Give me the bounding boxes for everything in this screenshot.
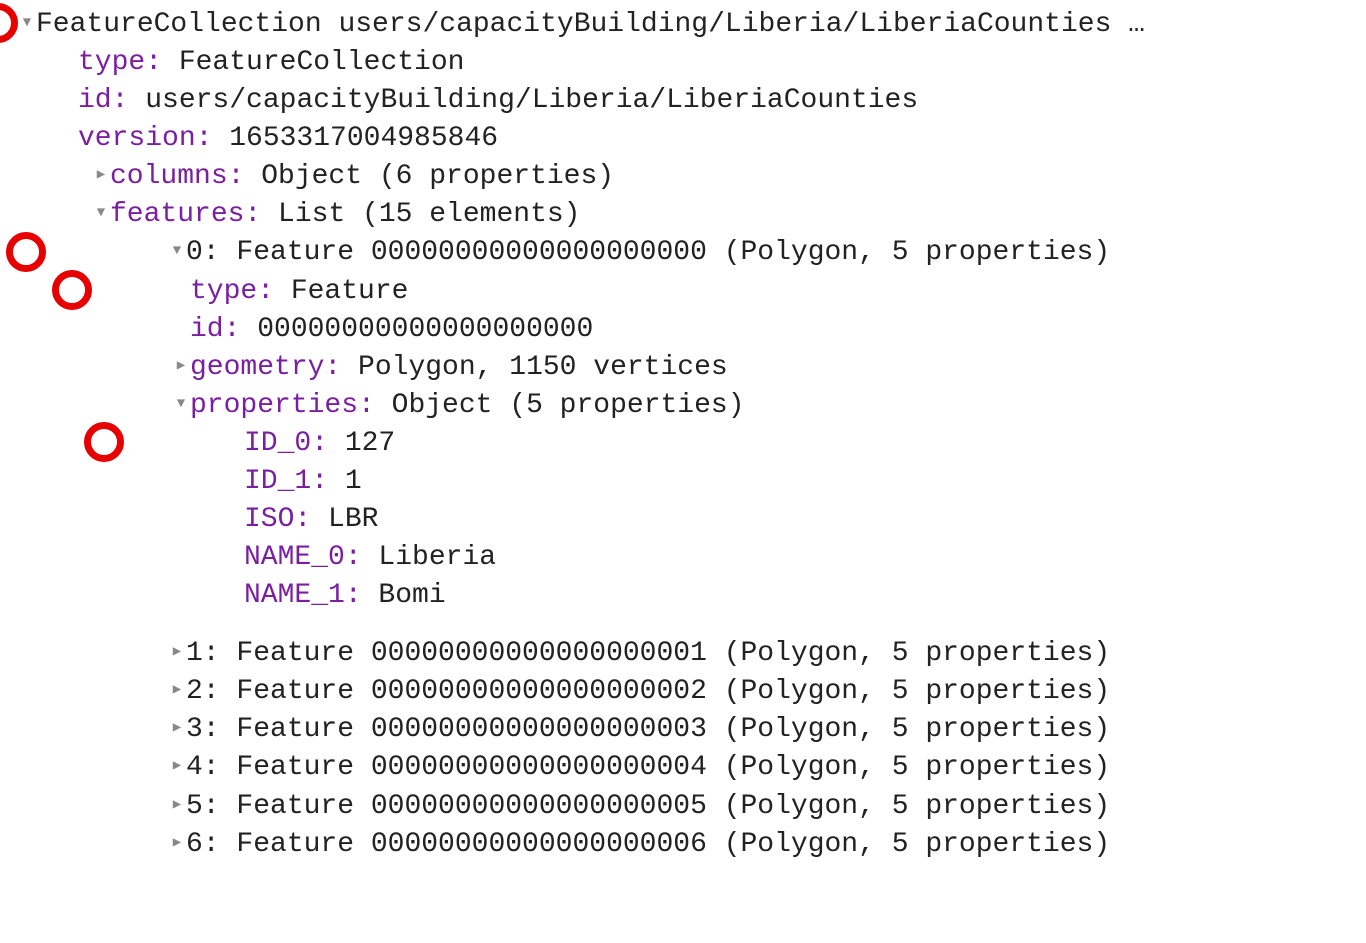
tree-node-feature[interactable]: 4: Feature 00000000000000000004 (Polygon… [106, 749, 1366, 787]
tree-leaf-type[interactable]: type: FeatureCollection [46, 44, 1366, 82]
key-label: id: [190, 314, 240, 345]
value-text: List (15 elements) [261, 199, 580, 230]
index-label: 0: [186, 237, 220, 268]
tree-node-feature[interactable]: 6: Feature 00000000000000000006 (Polygon… [106, 826, 1366, 864]
key-label: ISO: [244, 504, 311, 535]
key-label: geometry: [190, 352, 341, 383]
value-text: LBR [311, 504, 378, 535]
index-label: 3: [186, 714, 220, 745]
key-label: features: [110, 199, 261, 230]
caret-right-icon[interactable] [168, 716, 186, 743]
value-text: FeatureCollection [162, 47, 464, 78]
tree-leaf-prop[interactable]: ID_0: 127 [88, 425, 1366, 463]
tree-node-columns[interactable]: columns: Object (6 properties) [60, 158, 1366, 196]
key-label: columns: [110, 161, 244, 192]
highlight-circle [0, 3, 18, 43]
caret-down-icon[interactable] [92, 201, 110, 228]
value-text: Object (6 properties) [244, 161, 614, 192]
caret-right-icon[interactable] [168, 831, 186, 858]
tree-leaf-type[interactable]: type: Feature [94, 273, 1366, 311]
value-text: Polygon, 1150 vertices [341, 352, 727, 383]
value-text: 1 [328, 466, 362, 497]
tree-node-root[interactable]: FeatureCollection users/capacityBuilding… [18, 6, 1366, 44]
tree-leaf-id[interactable]: id: users/capacityBuilding/Liberia/Liber… [46, 82, 1366, 120]
tree-leaf-prop[interactable]: NAME_1: Bomi [88, 577, 1366, 615]
key-label: ID_1: [244, 466, 328, 497]
key-label: type: [78, 47, 162, 78]
key-label: NAME_1: [244, 580, 362, 611]
tree-node-feature[interactable]: 5: Feature 00000000000000000005 (Polygon… [106, 788, 1366, 826]
value-text: users/capacityBuilding/Liberia/LiberiaCo… [128, 85, 918, 116]
tree-node-properties[interactable]: properties: Object (5 properties) [76, 387, 1366, 425]
caret-right-icon[interactable] [168, 754, 186, 781]
node-header: Feature 00000000000000000005 (Polygon, 5… [220, 791, 1111, 822]
node-header: Feature 00000000000000000004 (Polygon, 5… [220, 752, 1111, 783]
index-label: 2: [186, 676, 220, 707]
caret-right-icon[interactable] [92, 163, 110, 190]
value-text: Object (5 properties) [375, 390, 745, 421]
key-label: type: [190, 276, 274, 307]
caret-down-icon[interactable] [18, 11, 36, 38]
tree-leaf-prop[interactable]: ID_1: 1 [88, 463, 1366, 501]
value-text: Feature [274, 276, 408, 307]
index-label: 1: [186, 638, 220, 669]
tree-node-feature[interactable]: 1: Feature 00000000000000000001 (Polygon… [106, 635, 1366, 673]
node-header: Feature 00000000000000000002 (Polygon, 5… [220, 676, 1111, 707]
caret-right-icon[interactable] [172, 354, 190, 381]
key-label: id: [78, 85, 128, 116]
value-text: 00000000000000000000 [240, 314, 593, 345]
index-label: 6: [186, 829, 220, 860]
object-tree: FeatureCollection users/capacityBuilding… [0, 0, 1366, 864]
tree-leaf-prop[interactable]: NAME_0: Liberia [88, 539, 1366, 577]
tree-node-geometry[interactable]: geometry: Polygon, 1150 vertices [76, 349, 1366, 387]
node-header: Feature 00000000000000000000 (Polygon, 5… [220, 237, 1111, 268]
key-label: ID_0: [244, 428, 328, 459]
tree-node-feature[interactable]: 3: Feature 00000000000000000003 (Polygon… [106, 711, 1366, 749]
node-header: FeatureCollection users/capacityBuilding… [36, 9, 1145, 40]
caret-down-icon[interactable] [172, 392, 190, 419]
highlight-circle [6, 232, 46, 272]
index-label: 4: [186, 752, 220, 783]
node-header: Feature 00000000000000000003 (Polygon, 5… [220, 714, 1111, 745]
key-label: properties: [190, 390, 375, 421]
value-text: Liberia [362, 542, 496, 573]
value-text: 127 [328, 428, 395, 459]
tree-node-features[interactable]: features: List (15 elements) [60, 196, 1366, 234]
index-label: 5: [186, 791, 220, 822]
key-label: NAME_0: [244, 542, 362, 573]
tree-node-feature[interactable]: 2: Feature 00000000000000000002 (Polygon… [106, 673, 1366, 711]
tree-leaf-prop[interactable]: ISO: LBR [88, 501, 1366, 539]
caret-down-icon[interactable] [168, 239, 186, 266]
node-header: Feature 00000000000000000001 (Polygon, 5… [220, 638, 1111, 669]
highlight-circle [52, 270, 92, 310]
value-text: 1653317004985846 [212, 123, 498, 154]
key-label: version: [78, 123, 212, 154]
node-header: Feature 00000000000000000006 (Polygon, 5… [220, 829, 1111, 860]
tree-leaf-version[interactable]: version: 1653317004985846 [46, 120, 1366, 158]
value-text: Bomi [362, 580, 446, 611]
tree-node-feature-0[interactable]: 0: Feature 00000000000000000000 (Polygon… [106, 234, 1366, 272]
caret-right-icon[interactable] [168, 640, 186, 667]
caret-right-icon[interactable] [168, 678, 186, 705]
tree-leaf-id[interactable]: id: 00000000000000000000 [94, 311, 1366, 349]
caret-right-icon[interactable] [168, 793, 186, 820]
